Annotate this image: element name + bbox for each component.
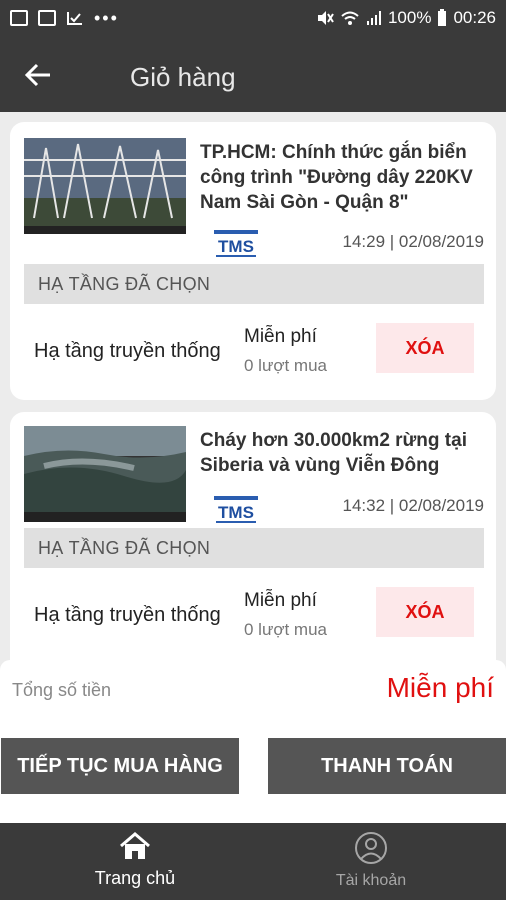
more-notifications-icon: •••: [94, 7, 119, 28]
back-button[interactable]: [22, 58, 56, 92]
wifi-icon: [341, 11, 359, 25]
headline-line: công trình "Đường dây 220KV: [200, 167, 473, 188]
signal-icon: [366, 11, 381, 25]
account-icon: [355, 832, 387, 864]
source-logo-text: TMS: [218, 237, 254, 256]
headline-line: Cháy hơn 30.000km2 rừng tại: [200, 430, 467, 451]
purchase-count: 0 lượt mua: [244, 620, 327, 639]
notification-image-icon: [10, 10, 28, 26]
total-label: Tổng số tiền: [12, 680, 112, 700]
tms-logo: TMS: [214, 496, 258, 526]
headline-line: Siberia và vùng Viễn Đông: [200, 455, 440, 476]
publish-datetime: 14:29 | 02/08/2019: [342, 232, 485, 251]
home-icon: [120, 832, 150, 859]
checkout-button[interactable]: THANH TOÁN: [268, 738, 506, 794]
delete-button[interactable]: XÓA: [376, 587, 474, 637]
source-logo-text: TMS: [218, 503, 254, 522]
video-thumbnail[interactable]: [24, 138, 186, 234]
bottom-navigation: Trang chủ Tài khoản: [0, 823, 506, 900]
notification-check-icon: [67, 12, 82, 25]
infrastructure-label: Hạ tầng truyền thống: [34, 604, 221, 626]
status-bar: ••• 100% 00:26: [0, 0, 506, 36]
section-header: HẠ TẦNG ĐÃ CHỌN: [24, 528, 484, 568]
cart-item[interactable]: TP.HCM: Chính thức gắn biển công trình "…: [10, 122, 496, 400]
notification-gallery-icon: [38, 10, 56, 26]
purchase-count: 0 lượt mua: [244, 356, 327, 375]
cart-item[interactable]: Cháy hơn 30.000km2 rừng tại Siberia và v…: [10, 412, 496, 660]
cart-list[interactable]: TP.HCM: Chính thức gắn biển công trình "…: [0, 112, 506, 660]
total-value: Miễn phí: [386, 672, 494, 703]
back-arrow-icon: [24, 63, 50, 87]
nav-label-home: Trang chủ: [94, 868, 176, 888]
headline-line: Nam Sài Gòn - Quận 8": [200, 192, 409, 213]
battery-level: 100%: [387, 8, 432, 27]
delete-button[interactable]: XÓA: [376, 323, 474, 373]
forest-fire-thumbnail-image: [24, 426, 186, 522]
checkout-panel: Tổng số tiền Miễn phí TIẾP TỤC MUA HÀNG …: [0, 660, 506, 823]
section-header: HẠ TẦNG ĐÃ CHỌN: [24, 264, 484, 304]
item-price: Miễn phí: [244, 590, 317, 611]
nav-item-home[interactable]: Trang chủ: [55, 831, 215, 889]
video-thumbnail[interactable]: [24, 426, 186, 522]
nav-label-account: Tài khoản: [335, 872, 407, 889]
tms-logo: TMS: [214, 230, 258, 260]
item-price: Miễn phí: [244, 326, 317, 347]
news-headline[interactable]: TP.HCM: Chính thức gắn biển công trình "…: [200, 140, 490, 215]
headline-line: TP.HCM: Chính thức gắn biển: [200, 142, 467, 163]
battery-icon: [438, 9, 447, 26]
nav-item-account[interactable]: Tài khoản: [291, 831, 451, 890]
publish-datetime: 14:32 | 02/08/2019: [342, 496, 485, 515]
clock: 00:26: [453, 8, 496, 27]
mute-icon: [317, 11, 334, 25]
infrastructure-label: Hạ tầng truyền thống: [34, 340, 221, 362]
app-bar: Giỏ hàng: [0, 36, 506, 112]
news-headline[interactable]: Cháy hơn 30.000km2 rừng tại Siberia và v…: [200, 428, 490, 478]
page-title: Giỏ hàng: [130, 62, 236, 92]
power-station-thumbnail-image: [24, 138, 186, 234]
continue-shopping-button[interactable]: TIẾP TỤC MUA HÀNG: [1, 738, 239, 794]
